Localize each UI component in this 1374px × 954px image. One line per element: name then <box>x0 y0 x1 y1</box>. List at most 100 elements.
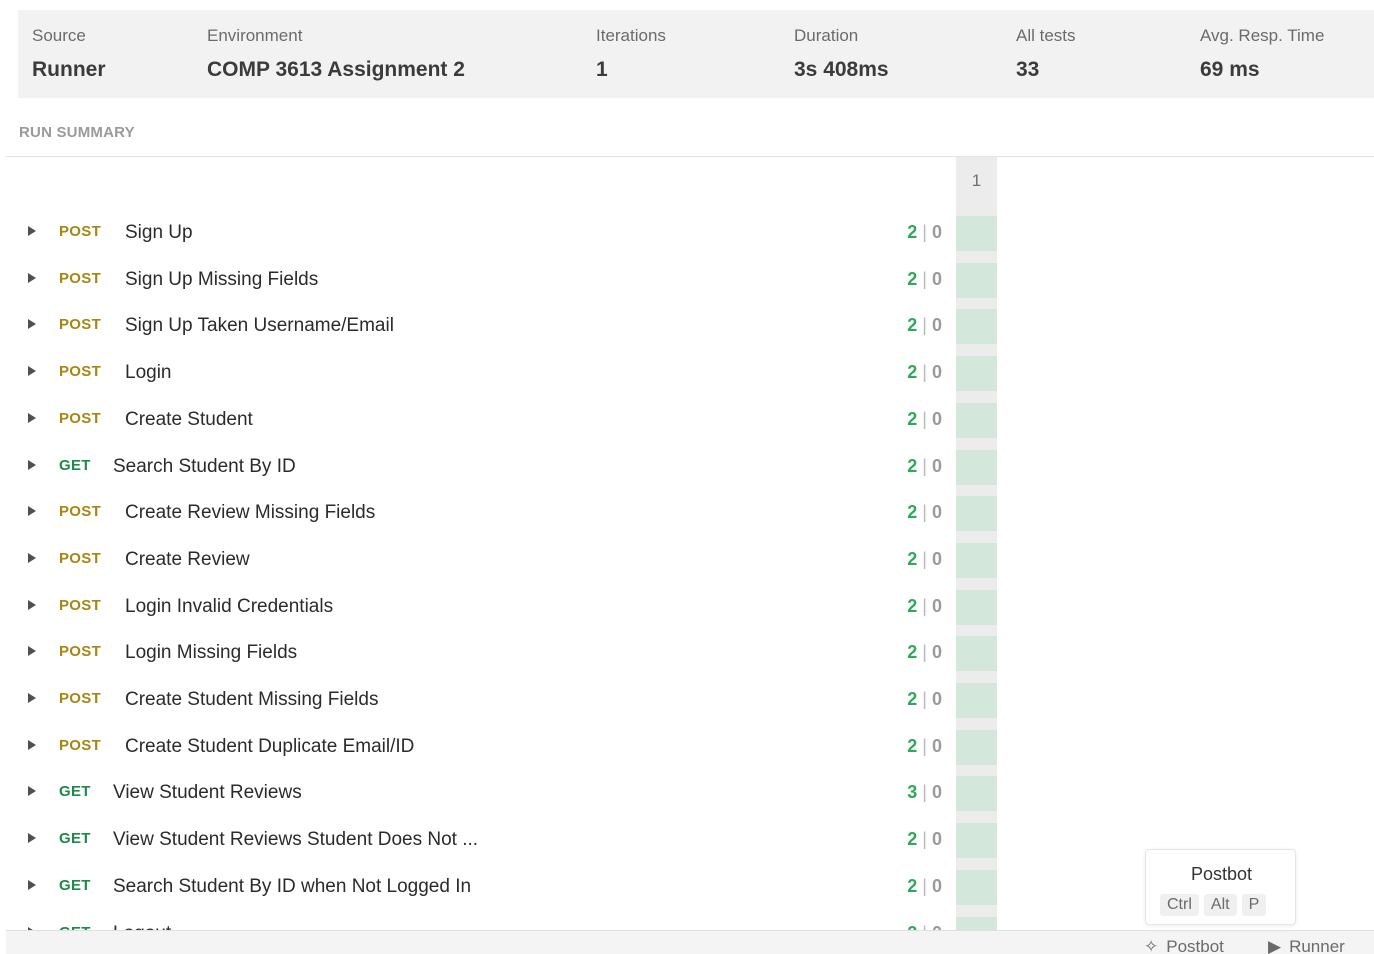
iteration-result-cell[interactable] <box>956 356 997 392</box>
iteration-result-cell[interactable] <box>956 729 997 765</box>
iteration-header: 1 <box>971 171 982 190</box>
request-row[interactable]: GET View Student Reviews Student Does Not… <box>0 817 1000 864</box>
failed-count: 0 <box>931 829 942 850</box>
runner-button[interactable]: ▶ Runner <box>1268 937 1345 954</box>
passed-count: 2 <box>907 455 918 476</box>
key-alt: Alt <box>1203 894 1237 916</box>
expand-caret-icon[interactable] <box>28 459 36 470</box>
count-separator: | <box>917 735 932 756</box>
runner-icon: ▶ <box>1268 937 1282 954</box>
iteration-result-cell[interactable] <box>956 869 997 905</box>
failed-count: 0 <box>931 362 942 383</box>
count-separator: | <box>917 502 932 523</box>
expand-caret-icon[interactable] <box>28 646 36 657</box>
iteration-result-cell[interactable] <box>956 309 997 345</box>
request-method: GET <box>59 876 91 894</box>
request-row[interactable]: POST Create Student Duplicate Email/ID 2 |… <box>0 724 1000 771</box>
expand-caret-icon[interactable] <box>28 319 36 330</box>
request-row[interactable]: POST Login Missing Fields 2 | 0 <box>0 630 1000 677</box>
request-row[interactable]: POST Login 2 | 0 <box>0 350 1000 397</box>
expand-caret-icon[interactable] <box>28 226 36 236</box>
request-method: POST <box>59 690 102 707</box>
failed-count: 0 <box>931 502 942 523</box>
iteration-result-cell[interactable] <box>956 776 997 812</box>
test-counts: 2 | 0 <box>880 362 942 383</box>
run-stats-bar: Source Runner Environment COMP 3613 Assi… <box>18 10 1374 98</box>
request-name: Login Missing Fields <box>125 642 298 664</box>
expand-caret-icon[interactable] <box>28 552 36 563</box>
failed-count: 0 <box>931 875 942 896</box>
request-row[interactable]: POST Sign Up Taken Username/Email 2 | 0 <box>0 303 1000 350</box>
iteration-result-cell[interactable] <box>956 216 997 251</box>
request-name: Sign Up Taken Username/Email <box>125 315 394 337</box>
postbot-tooltip-title: Postbot <box>1190 864 1253 884</box>
request-row[interactable]: POST Create Review Missing Fields 2 | 0 <box>0 490 1000 537</box>
request-method: POST <box>59 736 102 754</box>
key-p: P <box>1241 894 1267 916</box>
expand-caret-icon[interactable] <box>28 833 36 844</box>
request-method: POST <box>59 223 102 240</box>
expand-caret-icon[interactable] <box>28 786 36 797</box>
passed-count: 2 <box>907 408 918 429</box>
expand-caret-icon[interactable] <box>28 693 36 703</box>
failed-count: 0 <box>931 222 942 242</box>
key-ctrl: Ctrl <box>1160 894 1199 916</box>
request-row[interactable]: GET Search Student By ID when Not Logged … <box>0 864 1000 911</box>
iteration-result-cell[interactable] <box>956 496 997 532</box>
iteration-result-cell[interactable] <box>956 636 997 672</box>
request-name: Create Student Duplicate Email/ID <box>125 735 415 757</box>
passed-count: 2 <box>907 595 918 616</box>
expand-caret-icon[interactable] <box>28 879 36 890</box>
request-method: POST <box>59 363 102 381</box>
request-name: Sign Up Missing Fields <box>125 268 319 290</box>
stat-avg-resp-time-value: 69 ms <box>1200 58 1260 81</box>
iteration-result-cell[interactable] <box>956 683 997 718</box>
request-row[interactable]: GET Search Student By ID 2 | 0 <box>0 444 1000 491</box>
count-separator: | <box>917 689 932 709</box>
request-method: POST <box>59 503 102 521</box>
request-name: Sign Up <box>125 222 193 243</box>
request-name: Create Student Missing Fields <box>125 689 379 710</box>
count-separator: | <box>917 268 932 289</box>
request-method: GET <box>59 830 91 848</box>
iteration-result-cell[interactable] <box>956 916 997 931</box>
postbot-button[interactable]: ✧ Postbot <box>1144 937 1224 954</box>
expand-caret-icon[interactable] <box>28 506 36 517</box>
request-list: POST Sign Up 2 | 0 POST Sign Up Missing Fiel… <box>0 210 1000 931</box>
test-counts: 3 | 0 <box>880 782 942 803</box>
failed-count: 0 <box>931 689 942 709</box>
expand-caret-icon[interactable] <box>28 366 36 377</box>
count-separator: | <box>917 829 932 850</box>
iteration-result-cell[interactable] <box>956 262 997 298</box>
request-row[interactable]: POST Create Review 2 | 0 <box>0 537 1000 584</box>
request-row[interactable]: POST Login Invalid Credentials 2 | 0 <box>0 584 1000 631</box>
expand-caret-icon[interactable] <box>28 272 36 283</box>
request-method: POST <box>59 596 102 614</box>
iteration-result-cell[interactable] <box>956 589 997 625</box>
iteration-result-cell[interactable] <box>956 823 997 859</box>
failed-count: 0 <box>931 782 942 803</box>
iteration-result-cell[interactable] <box>956 449 997 485</box>
request-row[interactable]: POST Sign Up 2 | 0 <box>0 210 1000 257</box>
request-row[interactable]: POST Create Student 2 | 0 <box>0 397 1000 444</box>
request-name: Create Review Missing Fields <box>125 502 376 524</box>
failed-count: 0 <box>931 455 942 476</box>
count-separator: | <box>917 782 932 803</box>
expand-caret-icon[interactable] <box>28 599 36 610</box>
test-counts: 2 | 0 <box>880 222 942 243</box>
passed-count: 2 <box>907 642 918 663</box>
iteration-result-cell[interactable] <box>956 402 997 438</box>
expand-caret-icon[interactable] <box>28 412 36 423</box>
request-row[interactable]: POST Create Student Missing Fields 2 | 0 <box>0 677 1000 724</box>
request-row[interactable]: GETLogout2 | 0 <box>0 911 1000 931</box>
request-method: POST <box>59 549 102 567</box>
request-row[interactable]: GET View Student Reviews 3 | 0 <box>0 770 1000 817</box>
failed-count: 0 <box>931 735 942 756</box>
count-separator: | <box>917 222 932 242</box>
request-row[interactable]: POST Sign Up Missing Fields 2 | 0 <box>0 257 1000 304</box>
request-method: GET <box>59 783 91 801</box>
iteration-result-cell[interactable] <box>956 542 997 578</box>
expand-caret-icon[interactable] <box>28 739 36 750</box>
test-counts: 2 | 0 <box>880 642 942 663</box>
passed-count: 2 <box>907 689 918 709</box>
